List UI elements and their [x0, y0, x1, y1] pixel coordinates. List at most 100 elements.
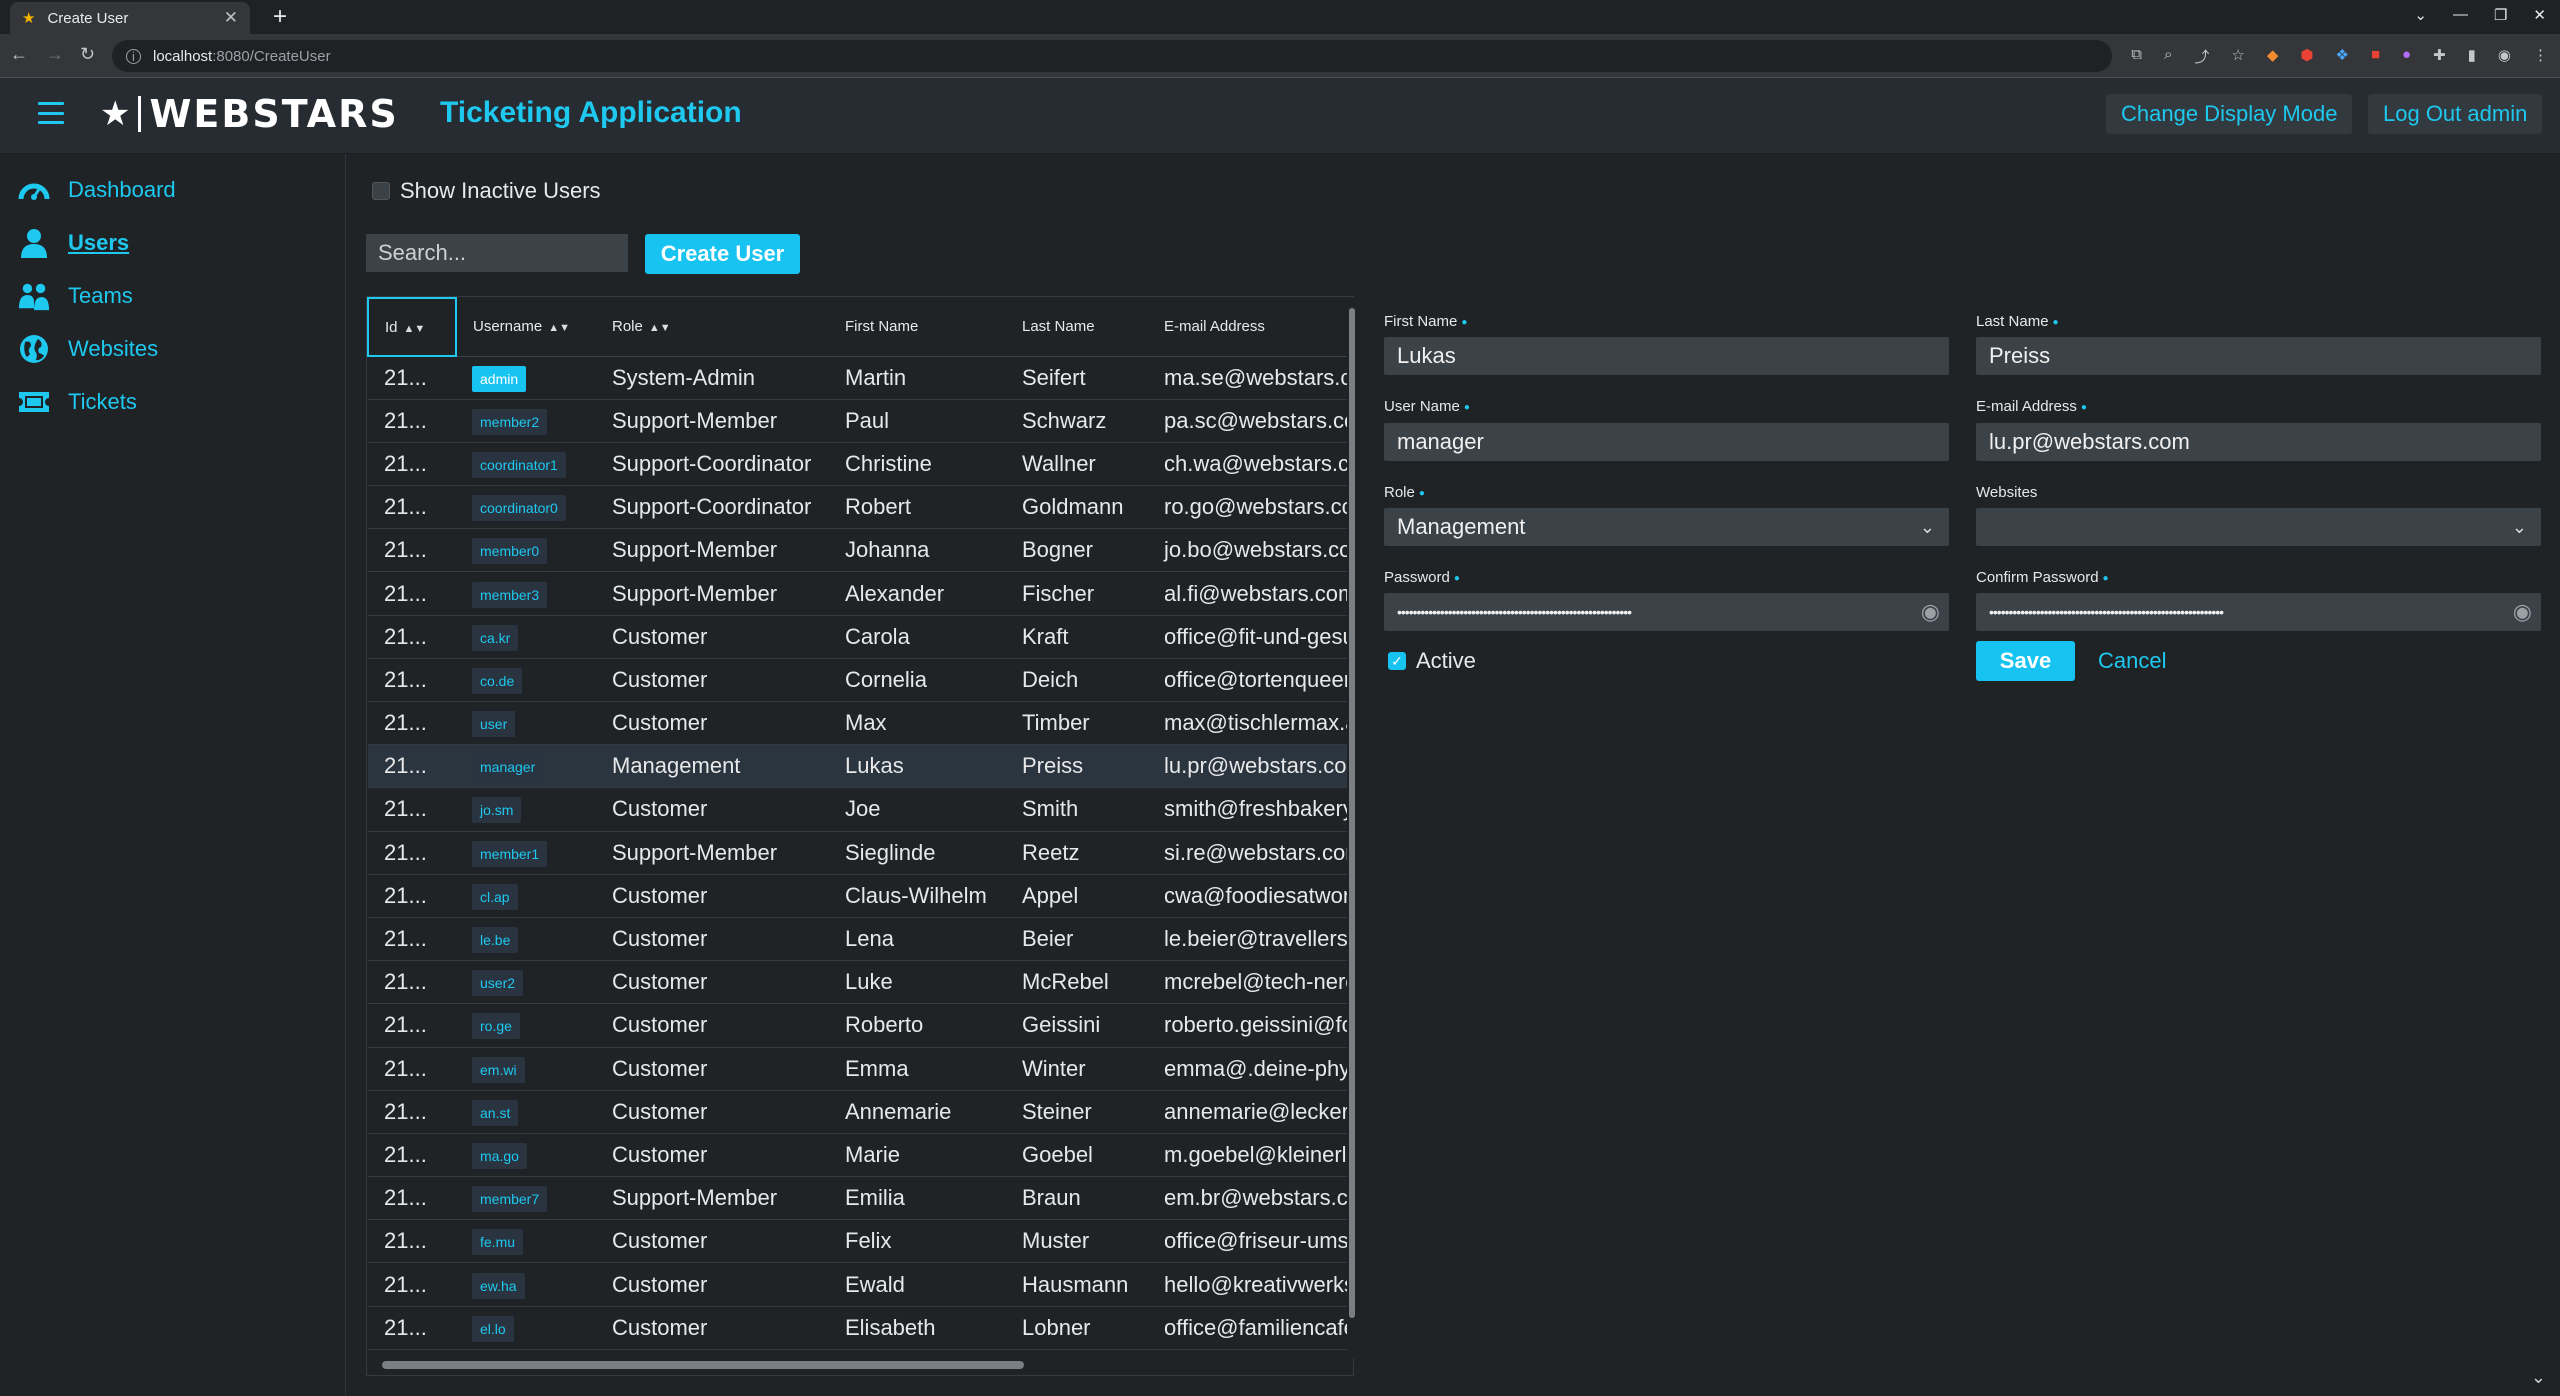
table-row[interactable]: 21... el.lo Customer Elisabeth Lobner office@…	[368, 1306, 1353, 1350]
table-row[interactable]: 21... ro.ge Customer Roberto Geissini roberto…	[368, 1003, 1353, 1048]
open-in-app-icon[interactable]: ⧉	[2131, 46, 2142, 67]
table-row[interactable]: 21... an.st Customer Annemarie Steiner annema…	[368, 1090, 1353, 1134]
username-badge[interactable]: ca.kr	[472, 624, 519, 651]
sidebar-item-users[interactable]: Users	[18, 227, 129, 259]
table-row[interactable]: 21... coordinator1 Support-Coordinator Chri…	[368, 442, 1353, 487]
show-inactive-toggle[interactable]: Show Inactive Users	[372, 178, 601, 204]
show-confirm-password-eye-icon[interactable]: ◉	[2513, 593, 2532, 631]
username-badge[interactable]: ro.ge	[472, 1013, 520, 1040]
color-extension-icon[interactable]: ●	[2402, 46, 2411, 67]
username-badge[interactable]: em.wi	[472, 1056, 525, 1083]
red-extension-icon[interactable]: ■	[2371, 46, 2380, 67]
share-icon[interactable]: ⤴	[2194, 46, 2209, 67]
sort-icon[interactable]: ▲▼	[548, 322, 570, 334]
username-badge[interactable]: coordinator1	[472, 451, 566, 478]
username-badge[interactable]: member0	[472, 538, 548, 565]
sidebar-item-teams[interactable]: Teams	[18, 280, 133, 312]
close-tab-icon[interactable]: ✕	[224, 8, 238, 28]
show-password-eye-icon[interactable]: ◉	[1921, 593, 1940, 631]
confirm-password-field[interactable]: ••••••••••••••••••••••••••••••••••••••••…	[1976, 593, 2541, 631]
username-badge[interactable]: el.lo	[472, 1315, 514, 1342]
sidebar-item-websites[interactable]: Websites	[18, 333, 158, 365]
username-badge[interactable]: ma.go	[472, 1142, 527, 1169]
table-row[interactable]: 21... co.de Customer Cornelia Deich office@to…	[368, 658, 1353, 703]
reload-icon[interactable]: ↻	[80, 44, 95, 65]
browser-menu-icon[interactable]: ⋮	[2533, 46, 2548, 67]
chevron-down-icon[interactable]: ⌄	[2512, 508, 2527, 546]
table-row[interactable]: 21... le.be Customer Lena Beier le.beier@trav…	[368, 917, 1353, 962]
adblock-extension-icon[interactable]: ⬢	[2300, 46, 2313, 67]
table-row[interactable]: 21... manager Management Lukas Preiss lu.pr@w…	[368, 744, 1353, 789]
username-badge[interactable]: manager	[472, 754, 544, 781]
table-row[interactable]: 21... user2 Customer Luke McRebel mcrebel@tec…	[368, 960, 1353, 1005]
table-row[interactable]: 21... admin System-Admin Martin Seifert ma.se…	[368, 356, 1353, 400]
username-badge[interactable]: member3	[472, 581, 548, 608]
zoom-icon[interactable]: ⌕	[2164, 46, 2172, 67]
close-window-icon[interactable]: ✕	[2533, 6, 2546, 24]
menu-toggle-icon[interactable]	[38, 102, 64, 124]
username-badge[interactable]: cl.ap	[472, 883, 518, 910]
dropbox-extension-icon[interactable]: ❖	[2335, 46, 2348, 67]
table-row[interactable]: 21... member3 Support-Member Alexander Fisch…	[368, 571, 1353, 616]
username-badge[interactable]: member1	[472, 840, 548, 867]
show-inactive-checkbox[interactable]	[372, 182, 390, 200]
table-row[interactable]: 21... em.wi Customer Emma Winter emma@.deine-…	[368, 1047, 1353, 1091]
table-row[interactable]: 21... cl.ap Customer Claus-Wilhelm Appel cwa@…	[368, 874, 1353, 918]
table-row[interactable]: 21... jo.sm Customer Joe Smith smith@freshbak…	[368, 787, 1353, 832]
table-row[interactable]: 21... ew.ha Customer Ewald Hausmann hello@kre…	[368, 1262, 1353, 1307]
last-name-field[interactable]: Preiss	[1976, 337, 2541, 375]
username-badge[interactable]: user2	[472, 970, 524, 997]
table-row[interactable]: 21... ca.kr Customer Carola Kraft office@fit-…	[368, 615, 1353, 659]
table-row[interactable]: 21... coordinator0 Support-Coordinator Robe…	[368, 485, 1353, 530]
forward-icon[interactable]: →	[46, 44, 64, 65]
active-checkbox[interactable]: ✓	[1388, 652, 1406, 670]
url-field[interactable]: i localhost:8080/CreateUser	[112, 40, 2112, 72]
create-user-button[interactable]: Create User	[645, 234, 800, 274]
sort-icon[interactable]: ▲▼	[404, 323, 426, 335]
table-row[interactable]: 21... member0 Support-Member Johanna Bogner j…	[368, 528, 1353, 573]
username-badge[interactable]: admin	[472, 365, 527, 392]
extensions-puzzle-icon[interactable]: ✚	[2433, 46, 2446, 67]
new-tab-icon[interactable]: +	[266, 4, 294, 32]
username-badge[interactable]: fe.mu	[472, 1229, 524, 1256]
table-horizontal-scrollbar[interactable]	[368, 1358, 1352, 1372]
column-header-id[interactable]: Id ▲▼	[367, 297, 457, 357]
sidebar-item-tickets[interactable]: Tickets	[18, 386, 137, 418]
username-field[interactable]: manager	[1384, 423, 1949, 461]
browser-tab[interactable]: ★ Create User ✕	[10, 2, 250, 34]
username-badge[interactable]: le.be	[472, 927, 519, 954]
chevron-down-icon[interactable]: ⌄	[1920, 508, 1935, 546]
site-info-icon[interactable]: i	[126, 48, 141, 64]
role-select[interactable]: Management ⌄	[1384, 508, 1949, 546]
profile-avatar-icon[interactable]: ◉	[2498, 46, 2511, 67]
column-header-username[interactable]: Username ▲▼	[456, 298, 596, 357]
tab-list-icon[interactable]: ⌄	[2414, 6, 2427, 24]
username-badge[interactable]: member2	[472, 408, 548, 435]
username-badge[interactable]: an.st	[472, 1099, 519, 1126]
bookmark-star-icon[interactable]: ☆	[2231, 46, 2244, 67]
sort-icon[interactable]: ▲▼	[649, 322, 671, 334]
table-row[interactable]: 21... ma.go Customer Marie Goebel m.goebel@kl…	[368, 1133, 1353, 1178]
username-badge[interactable]: ew.ha	[472, 1272, 525, 1299]
column-header-role[interactable]: Role ▲▼	[596, 298, 829, 357]
side-panel-icon[interactable]: ▮	[2468, 46, 2476, 67]
username-badge[interactable]: member7	[472, 1186, 548, 1213]
metamask-extension-icon[interactable]: ◆	[2267, 46, 2279, 67]
table-vertical-scrollbar[interactable]	[1347, 298, 1357, 1358]
password-field[interactable]: ••••••••••••••••••••••••••••••••••••••••…	[1384, 593, 1949, 631]
first-name-field[interactable]: Lukas	[1384, 337, 1949, 375]
table-row[interactable]: 21... fe.mu Customer Felix Muster office@fris…	[368, 1219, 1353, 1264]
websites-select[interactable]: ⌄	[1976, 508, 2541, 546]
username-badge[interactable]: coordinator0	[472, 495, 566, 522]
logout-button[interactable]: Log Out admin	[2368, 94, 2543, 134]
sidebar-item-dashboard[interactable]: Dashboard	[18, 174, 176, 206]
back-icon[interactable]: ←	[10, 44, 28, 65]
username-badge[interactable]: user	[472, 711, 516, 738]
table-row[interactable]: 21... member1 Support-Member Sieglinde Reetz…	[368, 831, 1353, 875]
table-row[interactable]: 21... member2 Support-Member Paul Schwarz pa.…	[368, 399, 1353, 443]
email-field[interactable]: lu.pr@webstars.com	[1976, 423, 2541, 461]
change-display-mode-button[interactable]: Change Display Mode	[2106, 94, 2353, 134]
active-toggle[interactable]: ✓ Active	[1388, 648, 1476, 674]
cancel-button[interactable]: Cancel	[2098, 648, 2166, 674]
username-badge[interactable]: co.de	[472, 667, 523, 694]
